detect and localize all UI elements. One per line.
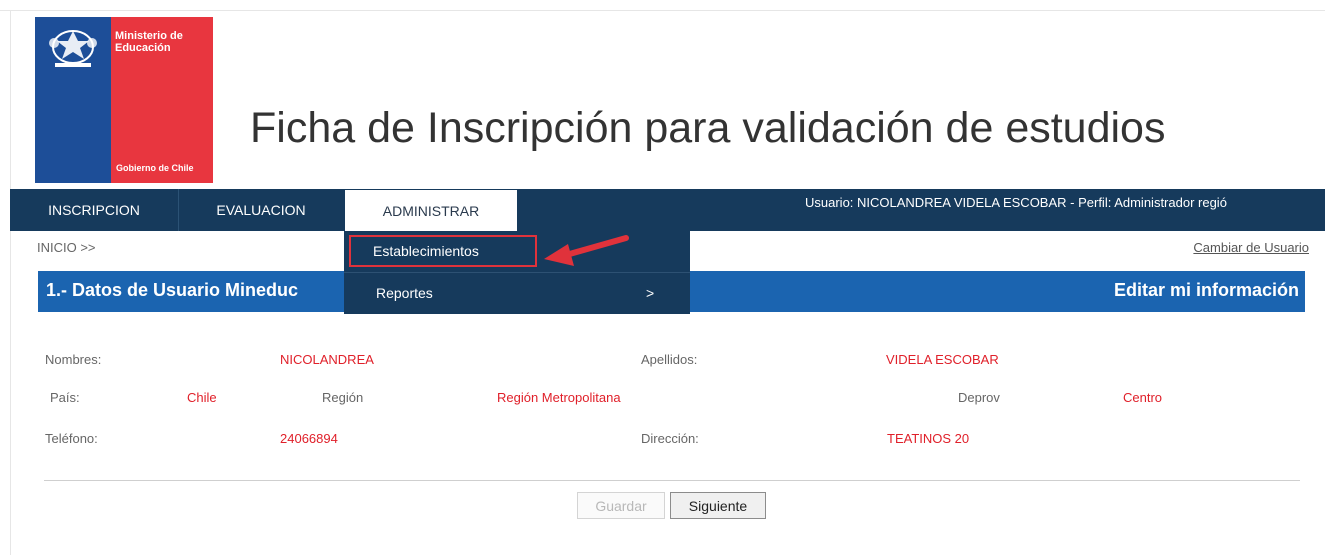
pais-label: País: xyxy=(50,390,80,405)
pais-value: Chile xyxy=(187,390,217,405)
annotation-arrow-icon xyxy=(544,235,629,266)
ministry-name: Ministerio de Educación xyxy=(115,30,183,54)
section-title: 1.- Datos de Usuario Mineduc xyxy=(46,280,299,300)
chevron-right-icon: > xyxy=(646,285,655,301)
top-border xyxy=(0,10,1325,11)
apellidos-label: Apellidos: xyxy=(641,352,698,367)
annotation-highlight-box xyxy=(349,235,537,267)
direccion-value: TEATINOS 20 xyxy=(887,431,970,446)
left-border xyxy=(10,10,11,555)
telefono-label: Teléfono: xyxy=(45,431,98,446)
telefono-value: 24066894 xyxy=(280,431,338,446)
ministry-logo: Ministerio de Educación Gobierno de Chil… xyxy=(35,17,213,183)
breadcrumb[interactable]: INICIO >> xyxy=(37,240,96,255)
nombres-value: NICOLANDREA xyxy=(280,352,374,367)
nombres-label: Nombres: xyxy=(45,352,102,367)
nav-tab-administrar[interactable]: ADMINISTRAR xyxy=(345,190,517,231)
menu-item-label: Reportes xyxy=(376,285,433,301)
main-navbar: INSCRIPCION EVALUACION ADMINISTRAR Usuar… xyxy=(10,189,1325,231)
next-button[interactable]: Siguiente xyxy=(670,492,766,519)
page-title: Ficha de Inscripción para validación de … xyxy=(250,103,1166,152)
deprov-label: Deprov xyxy=(958,390,1000,405)
user-info: Usuario: NICOLANDREA VIDELA ESCOBAR - Pe… xyxy=(805,195,1227,210)
save-button[interactable]: Guardar xyxy=(577,492,665,519)
region-value: Región Metropolitana xyxy=(497,390,621,405)
change-user-link[interactable]: Cambiar de Usuario xyxy=(1193,240,1309,255)
nav-tab-evaluacion[interactable]: EVALUACION xyxy=(179,189,343,231)
apellidos-value: VIDELA ESCOBAR xyxy=(886,352,999,367)
direccion-label: Dirección: xyxy=(641,431,699,446)
government-label: Gobierno de Chile xyxy=(116,163,194,173)
nav-tab-inscripcion[interactable]: INSCRIPCION xyxy=(10,189,179,231)
form-divider xyxy=(44,480,1300,481)
deprov-value: Centro xyxy=(1123,390,1163,405)
edit-info-link[interactable]: Editar mi información xyxy=(1114,280,1299,301)
menu-item-reportes[interactable]: Reportes > xyxy=(344,272,690,314)
region-label: Región xyxy=(322,390,364,405)
coat-of-arms-icon xyxy=(49,30,97,67)
